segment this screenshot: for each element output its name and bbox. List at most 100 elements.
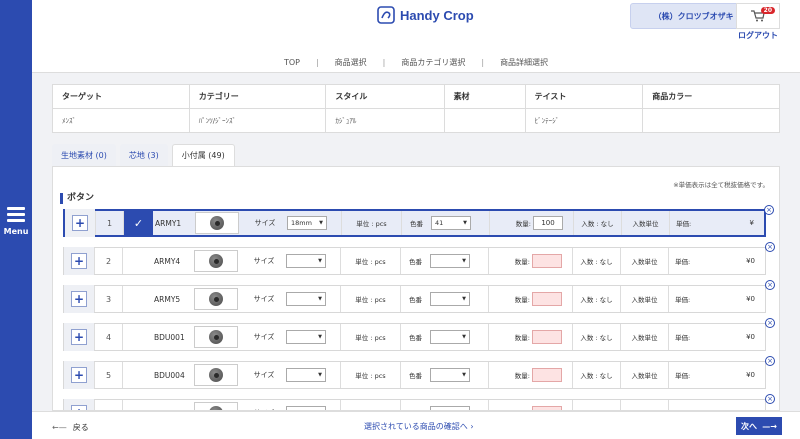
tab-interlining[interactable]: 芯地 (3) — [119, 144, 168, 166]
row-checkbox[interactable]: ✓ — [123, 211, 153, 235]
product-code: BDU001 — [154, 332, 185, 342]
product-panel: ※単価表示は全て税抜価格です。 ボタン + 1 ✓ ARMY1 サイズ 18mm… — [52, 166, 780, 411]
qty-label: 数量: — [488, 248, 532, 274]
qty-label: 数量: — [488, 362, 532, 388]
product-image — [194, 402, 238, 410]
size-label: サイズ — [253, 257, 275, 265]
row-checkbox[interactable] — [122, 248, 152, 274]
tab-small-accessories[interactable]: 小付属 (49) — [171, 144, 235, 166]
unit-label: 単位 : pcs — [340, 400, 400, 410]
brand-name: Handy Crop — [400, 7, 474, 23]
product-image — [194, 288, 238, 310]
next-button[interactable]: 次へ —→ — [736, 417, 782, 435]
qty-label: 数量: — [488, 400, 532, 410]
qty-label: 数量: — [489, 211, 533, 235]
side-menu-button[interactable]: Menu — [0, 0, 32, 439]
product-image — [194, 326, 238, 348]
remove-icon[interactable]: × — [765, 356, 775, 366]
row-number: 4 — [94, 324, 122, 350]
hand-logo-icon — [377, 6, 395, 24]
breadcrumb: TOP | 商品選択 | 商品カテゴリ選択 | 商品詳細選択 — [32, 52, 800, 75]
size-label: サイズ — [253, 371, 275, 379]
crumb-product-select[interactable]: 商品選択 — [327, 57, 375, 68]
expand-cell: + — [64, 323, 94, 351]
contents-unit-label: 入数単位 — [620, 286, 668, 312]
quantity-input[interactable] — [532, 292, 562, 306]
confirm-selection-link[interactable]: 選択されている商品の確認へ › — [364, 421, 474, 432]
plus-icon[interactable]: + — [71, 291, 87, 307]
quantity-input[interactable] — [532, 254, 562, 268]
size-label: サイズ — [253, 295, 275, 303]
row-number: 3 — [94, 286, 122, 312]
price-label: 単価: — [668, 400, 698, 410]
color-select[interactable]: ▼ — [430, 292, 470, 306]
attr-value-taste: ﾋﾞﾝﾃｰｼﾞ — [524, 108, 644, 133]
brand-logo[interactable]: Handy Crop — [377, 6, 474, 24]
contents-label: 入数 : なし — [572, 324, 620, 350]
row-number: 1 — [95, 211, 123, 235]
qty-label: 数量: — [488, 324, 532, 350]
expand-cell: + — [64, 285, 94, 313]
section-title: ボタン — [60, 193, 94, 204]
cart-count-badge: 20 — [760, 7, 775, 14]
plus-icon[interactable]: + — [71, 329, 87, 345]
caret-down-icon: ▼ — [319, 220, 323, 226]
remove-icon[interactable]: × — [765, 280, 775, 290]
cart-button[interactable]: 20 — [736, 3, 780, 29]
plus-icon[interactable]: + — [71, 253, 87, 269]
menu-label: Menu — [3, 226, 29, 236]
attr-header-product-color: 商品カラー — [642, 84, 780, 109]
color-select[interactable]: ▼ — [430, 368, 470, 382]
color-select[interactable]: ▼ — [430, 330, 470, 344]
tab-fabric[interactable]: 生地素材 (0) — [52, 144, 116, 166]
quantity-input[interactable] — [532, 368, 562, 382]
remove-icon[interactable]: × — [765, 318, 775, 328]
color-select[interactable]: 41 ▼ — [431, 216, 471, 230]
attr-header-material: 素材 — [443, 84, 526, 109]
remove-icon[interactable]: × — [764, 205, 774, 215]
size-select[interactable]: ▼ — [286, 254, 326, 268]
caret-down-icon: ▼ — [462, 258, 466, 264]
quantity-input[interactable] — [532, 330, 562, 344]
color-label: 色番 — [400, 324, 430, 350]
expand-cell: + — [64, 247, 94, 275]
remove-icon[interactable]: × — [765, 242, 775, 252]
size-select[interactable]: ▼ — [286, 368, 326, 382]
color-select[interactable]: ▼ — [430, 254, 470, 268]
back-button[interactable]: ←— 戻る — [52, 419, 89, 435]
row-checkbox[interactable] — [122, 362, 152, 388]
remove-icon[interactable]: × — [765, 394, 775, 404]
confirm-label: 選択されている商品の確認へ — [364, 422, 468, 431]
attribute-table: ターゲット カテゴリー スタイル 素材 テイスト 商品カラー ﾒﾝｽﾞ ﾊﾟﾝﾂ… — [52, 84, 780, 133]
color-cell: ▼ — [430, 292, 488, 306]
plus-icon[interactable]: + — [72, 215, 88, 231]
row-checkbox[interactable] — [122, 286, 152, 312]
row-number: 6 — [94, 400, 122, 410]
row-checkbox[interactable] — [122, 324, 152, 350]
size-select[interactable]: 18mm ▼ — [287, 216, 327, 230]
price-value: ¥0 — [746, 295, 755, 303]
header: Handy Crop （株）クロツブオザキ 様 20 ログアウト — [32, 0, 800, 40]
contents-unit-label: 入数単位 — [620, 400, 668, 410]
plus-icon[interactable]: + — [71, 367, 87, 383]
contents-unit-label: 入数単位 — [620, 362, 668, 388]
row-checkbox[interactable] — [122, 400, 152, 410]
unit-label: 単位 : pcs — [340, 324, 400, 350]
logout-link[interactable]: ログアウト — [738, 30, 778, 41]
quantity-input[interactable]: 100 — [533, 216, 563, 230]
row-number: 5 — [94, 362, 122, 388]
button-thumbnail-icon — [209, 292, 223, 306]
crumb-separator: | — [382, 57, 386, 67]
size-label: サイズ — [254, 219, 276, 227]
crumb-category-select[interactable]: 商品カテゴリ選択 — [393, 57, 473, 68]
product-row: + 1 ✓ ARMY1 サイズ 18mm ▼ 単位 : pcs 色番 41 ▼ — [63, 205, 774, 237]
attr-header-category: カテゴリー — [188, 84, 327, 109]
crumb-top[interactable]: TOP — [276, 58, 308, 67]
crumb-separator: | — [481, 57, 485, 67]
contents-label: 入数 : なし — [573, 211, 621, 235]
size-select[interactable]: ▼ — [286, 330, 326, 344]
footer: ←— 戻る 選択されている商品の確認へ › 次へ —→ — [32, 411, 800, 439]
product-row: + 3 ARMY5 サイズ ▼ 単位 : pcs 色番 ▼ 数量: 入数: な… — [63, 280, 775, 313]
size-value: 18mm — [291, 219, 312, 227]
size-select[interactable]: ▼ — [286, 292, 326, 306]
